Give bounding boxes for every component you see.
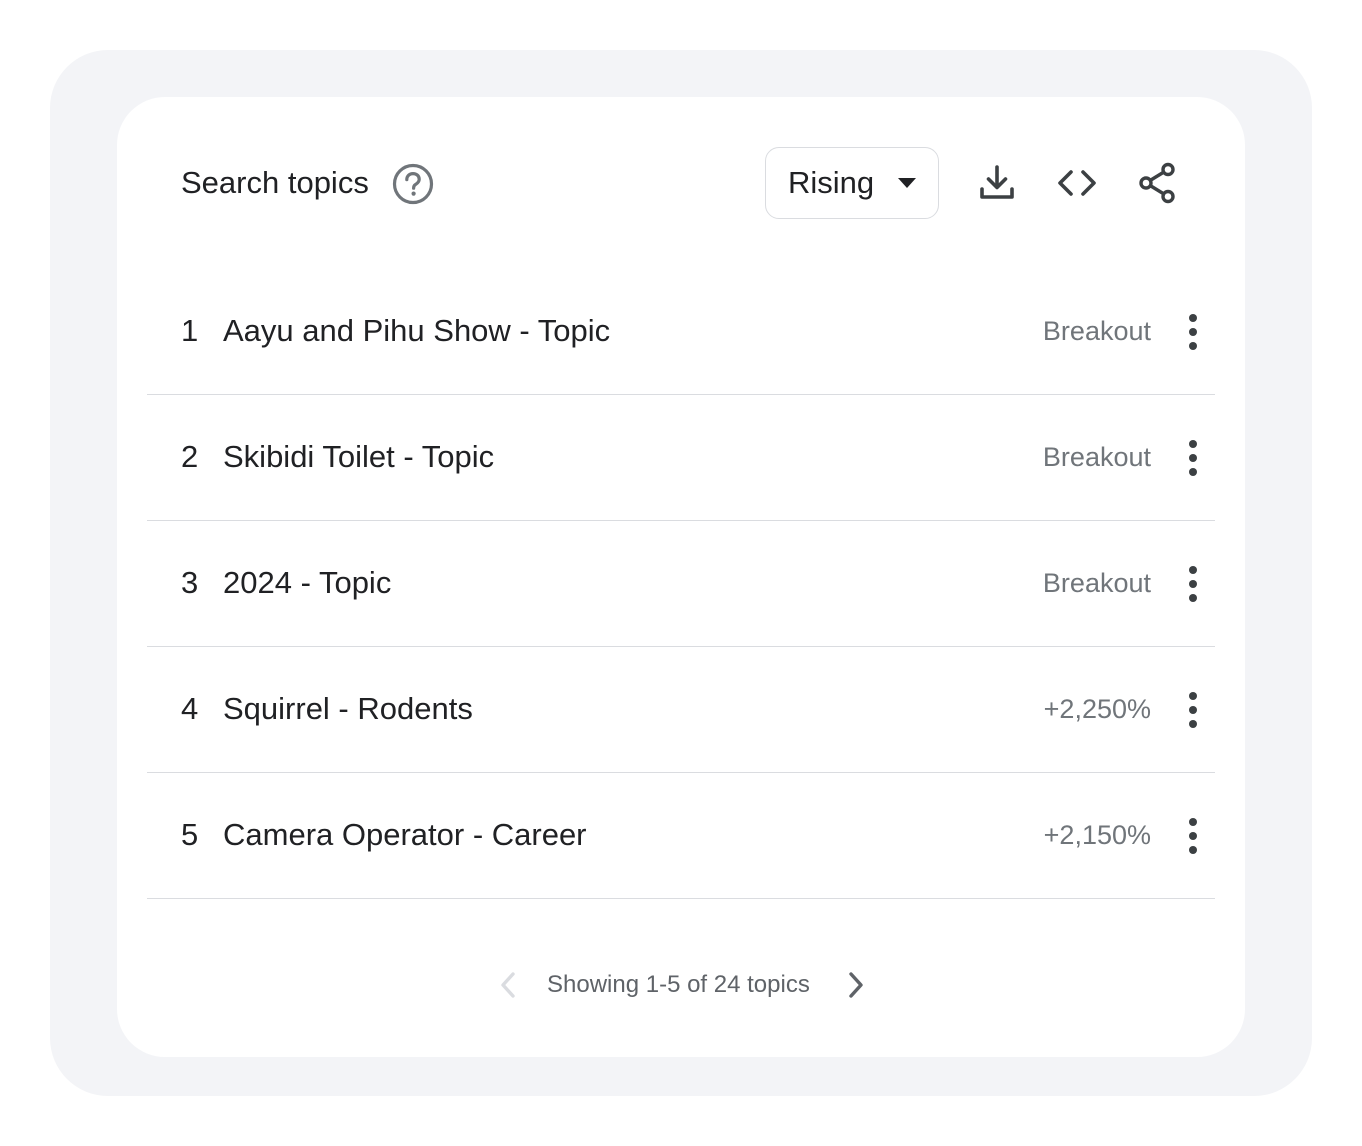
topics-list: 1 Aayu and Pihu Show - Topic Breakout 2 …: [147, 269, 1215, 899]
embed-button[interactable]: [1055, 161, 1099, 205]
code-icon: [1055, 161, 1099, 205]
table-row[interactable]: 3 2024 - Topic Breakout: [147, 521, 1215, 647]
card-title: Search topics: [181, 165, 369, 200]
more-vert-icon[interactable]: [1179, 564, 1207, 604]
more-vert-icon[interactable]: [1179, 690, 1207, 730]
row-rank: 3: [181, 565, 199, 600]
download-icon: [975, 161, 1019, 205]
table-row[interactable]: 2 Skibidi Toilet - Topic Breakout: [147, 395, 1215, 521]
row-topic-link[interactable]: Aayu and Pihu Show - Topic: [223, 311, 610, 351]
help-circle-icon[interactable]: [392, 163, 434, 205]
row-topic-link[interactable]: Camera Operator - Career: [223, 815, 587, 855]
more-vert-icon[interactable]: [1179, 438, 1207, 478]
share-button[interactable]: [1135, 161, 1179, 205]
row-value: +2,250%: [1043, 694, 1151, 724]
share-icon: [1135, 161, 1179, 205]
search-topics-card: Search topics Rising 1 Aayu and Pihu Sho…: [117, 97, 1245, 1057]
row-rank: 2: [181, 439, 199, 474]
row-value: +2,150%: [1043, 820, 1151, 850]
chevron-right-icon[interactable]: [839, 969, 871, 1001]
row-topic-link[interactable]: Squirrel - Rodents: [223, 689, 473, 729]
download-button[interactable]: [975, 161, 1019, 205]
row-topic-link[interactable]: 2024 - Topic: [223, 563, 391, 603]
more-vert-icon[interactable]: [1179, 312, 1207, 352]
row-rank: 1: [181, 313, 199, 348]
more-vert-icon[interactable]: [1179, 816, 1207, 856]
table-row[interactable]: 5 Camera Operator - Career +2,150%: [147, 773, 1215, 899]
row-value: Breakout: [1042, 568, 1151, 598]
card-header: Search topics Rising: [117, 97, 1245, 269]
pagination: Showing 1-5 of 24 topics: [117, 965, 1245, 1005]
row-value: Breakout: [1042, 316, 1151, 346]
row-rank: 4: [181, 691, 199, 726]
chevron-left-icon[interactable]: [493, 969, 525, 1001]
caret-down-icon: [898, 177, 916, 189]
row-topic-link[interactable]: Skibidi Toilet - Topic: [223, 437, 494, 477]
row-value: Breakout: [1042, 442, 1151, 472]
dropdown-selected-label: Rising: [788, 165, 875, 200]
pagination-status: Showing 1-5 of 24 topics: [547, 971, 810, 998]
table-row[interactable]: 1 Aayu and Pihu Show - Topic Breakout: [147, 269, 1215, 395]
rising-dropdown[interactable]: Rising: [765, 147, 939, 219]
row-rank: 5: [181, 817, 199, 852]
table-row[interactable]: 4 Squirrel - Rodents +2,250%: [147, 647, 1215, 773]
